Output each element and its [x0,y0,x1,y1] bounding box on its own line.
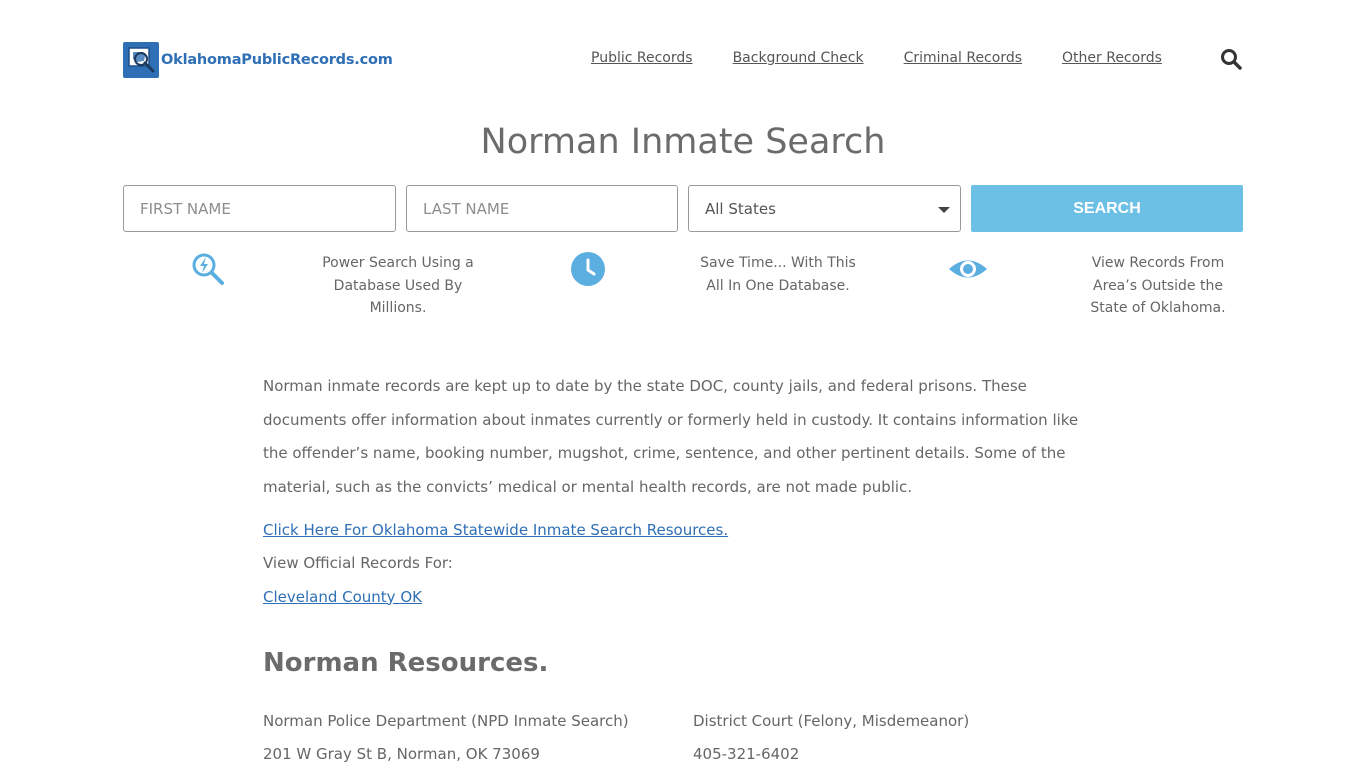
feature-text-view-records: View Records From Area’s Outside the Sta… [1090,255,1226,316]
cleveland-county-link[interactable]: Cleveland County OK [263,586,1103,608]
eye-icon [949,260,987,278]
resource-district-court: District Court (Felony, Misdemeanor) 405… [693,705,969,768]
site-header: OklahomaPublicRecords.com Public Records… [0,0,1366,110]
main-nav: Public Records Background Check Criminal… [591,50,1202,66]
last-name-input[interactable] [407,186,677,231]
resource-court-name: District Court (Felony, Misdemeanor) [693,712,970,730]
feature-text-power-search: Power Search Using a Database Used By Mi… [322,255,474,316]
chevron-down-icon [938,207,950,213]
resource-npd-address: 201 W Gray St B, Norman, OK 73069 [263,745,540,763]
search-button[interactable]: SEARCH [971,185,1243,232]
nav-background-check[interactable]: Background Check [733,50,864,66]
nav-criminal-records[interactable]: Criminal Records [904,50,1022,66]
last-name-field[interactable] [406,185,678,232]
feature-text-save-time: Save Time... With This All In One Databa… [700,255,856,294]
logo-icon [123,42,159,78]
logo-text: OklahomaPublicRecords.com [161,52,393,68]
clock-icon [571,252,605,286]
intro-paragraph: Norman inmate records are kept up to dat… [263,377,1079,497]
nav-public-records[interactable]: Public Records [591,50,693,66]
statewide-inmate-search-link[interactable]: Click Here For Oklahoma Statewide Inmate… [263,519,1103,541]
resources-heading: Norman Resources. [263,648,549,678]
search-icon[interactable] [1220,48,1242,70]
power-search-icon [192,253,224,285]
resource-court-phone: 405-321-6402 [693,745,800,763]
page-title: Norman Inmate Search [480,122,886,162]
first-name-field[interactable] [123,185,396,232]
main-content: Norman inmate records are kept up to dat… [263,370,1103,608]
nav-other-records[interactable]: Other Records [1062,50,1162,66]
state-select[interactable]: All States [688,185,961,232]
resource-npd-name: Norman Police Department (NPD Inmate Sea… [263,712,629,730]
view-official-label: View Official Records For: [263,553,453,572]
state-select-value: All States [705,199,776,218]
site-logo[interactable]: OklahomaPublicRecords.com [123,42,393,78]
first-name-input[interactable] [124,186,395,231]
resource-npd: Norman Police Department (NPD Inmate Sea… [263,705,629,768]
